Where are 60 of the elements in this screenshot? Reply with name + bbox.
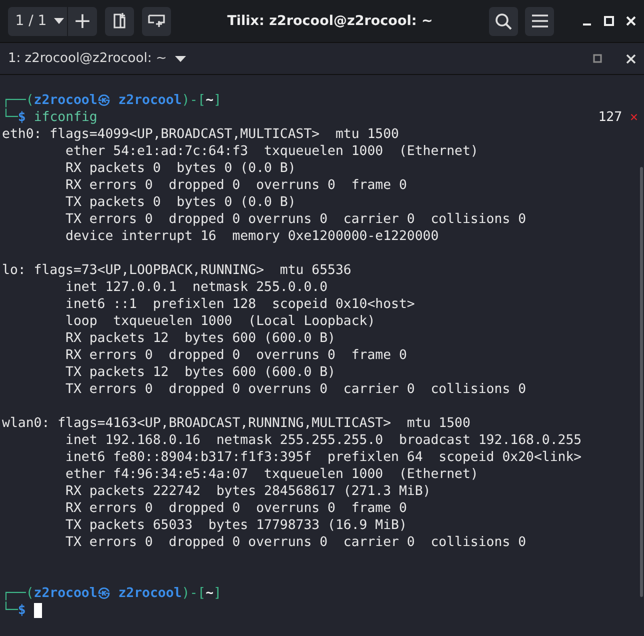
error-mark: ✕	[630, 109, 638, 126]
caret-icon	[54, 18, 64, 24]
output-line: inet6 ::1 prefixlen 128 scopeid 0x10<host>	[64, 296, 416, 313]
output-line: device interrupt 16 memory 0xe1200000-e1220000	[64, 228, 440, 245]
maximize-icon[interactable]	[604, 16, 614, 26]
output-line: TX errors 0 dropped 0 overruns 0 carrier 0 collisions 0	[64, 211, 528, 228]
output-line: RX errors 0 dropped 0 overruns 0 frame 0	[64, 347, 408, 364]
prompt-frame: └─	[2, 109, 18, 126]
menu-button[interactable]	[525, 6, 554, 36]
output-line: RX packets 222742 bytes 284568617 (271.3 MiB)	[64, 483, 432, 500]
add-terminal-down-button[interactable]	[142, 6, 171, 36]
output-line: ether 54:e1:ad:7c:64:f3 txqueuelen 1000 (Ethernet)	[64, 143, 480, 160]
prompt-symbol: $	[18, 110, 26, 126]
caret-icon[interactable]	[174, 56, 186, 62]
prompt-symbol: $	[18, 603, 26, 619]
text-cursor	[34, 603, 42, 618]
prompt-frame: ]	[214, 92, 222, 109]
output-line: TX errors 0 dropped 0 overruns 0 carrier 0 collisions 0	[64, 534, 528, 551]
session-selector[interactable]: 1 / 1	[8, 6, 67, 36]
output-line: TX packets 65033 bytes 17798733 (16.9 MiB)	[64, 517, 408, 534]
prompt-directory: ~	[206, 585, 214, 602]
exit-code: 127	[598, 109, 622, 126]
search-button[interactable]	[489, 6, 518, 36]
prompt-frame: └─	[2, 602, 18, 619]
prompt-user: z2rocool㉿ z2rocool	[34, 92, 182, 109]
output-line: TX packets 0 bytes 0 (0.0 B)	[64, 194, 297, 211]
output-line: lo: flags=73<UP,LOOPBACK,RUNNING> mtu 65536	[2, 262, 352, 279]
output-line: ether f4:96:34:e5:4a:07 txqueuelen 1000 (Ethernet)	[64, 466, 480, 483]
output-line: loop txqueuelen 1000 (Local Loopback)	[64, 313, 376, 330]
prompt-user: z2rocool㉿ z2rocool	[34, 585, 182, 602]
output-line: inet 192.168.0.16 netmask 255.255.255.0 broadcast 192.168.0.255	[64, 432, 583, 449]
output-line: RX errors 0 dropped 0 overruns 0 frame 0	[64, 500, 408, 517]
terminal-title: 1: z2rocool@z2rocool: ~	[8, 51, 167, 66]
close-icon[interactable]	[626, 16, 636, 26]
output-line: RX packets 0 bytes 0 (0.0 B)	[64, 160, 297, 177]
maximize-terminal-icon[interactable]	[593, 54, 602, 63]
split-down-icon	[148, 14, 166, 28]
output-line: RX packets 12 bytes 600 (600.0 B)	[64, 330, 336, 347]
prompt-frame: ]	[214, 585, 222, 602]
output-line: wlan0: flags=4163<UP,BROADCAST,RUNNING,MULTICAST> mtu 1500	[2, 415, 472, 432]
command-text: ifconfig	[34, 109, 98, 126]
prompt-frame: )-[	[182, 92, 206, 109]
output-line: inet 127.0.0.1 netmask 255.0.0.0	[64, 279, 329, 296]
add-terminal-right-button[interactable]	[105, 6, 134, 36]
output-line: TX packets 12 bytes 600 (600.0 B)	[64, 364, 336, 381]
close-icon[interactable]	[626, 54, 636, 64]
prompt-frame: ┌──(	[2, 92, 34, 109]
scrollbar[interactable]	[640, 167, 643, 597]
search-icon	[495, 12, 512, 30]
window-title: Tilix: z2rocool@z2rocool: ~	[226, 13, 434, 29]
menu-icon	[532, 14, 548, 28]
new-session-button[interactable]: +	[68, 6, 97, 36]
prompt-frame: )-[	[182, 585, 206, 602]
output-line: inet6 fe80::8904:b317:f1f3:395f prefixlen 64 scopeid 0x20<link>	[64, 449, 583, 466]
split-right-icon	[112, 13, 126, 29]
prompt-directory: ~	[206, 92, 214, 109]
output-line: RX errors 0 dropped 0 overruns 0 frame 0	[64, 177, 408, 194]
prompt-frame: ┌──(	[2, 585, 34, 602]
output-line: TX errors 0 dropped 0 overruns 0 carrier 0 collisions 0	[64, 381, 528, 398]
output-line: eth0: flags=4099<UP,BROADCAST,MULTICAST> mtu 1500	[2, 126, 400, 143]
